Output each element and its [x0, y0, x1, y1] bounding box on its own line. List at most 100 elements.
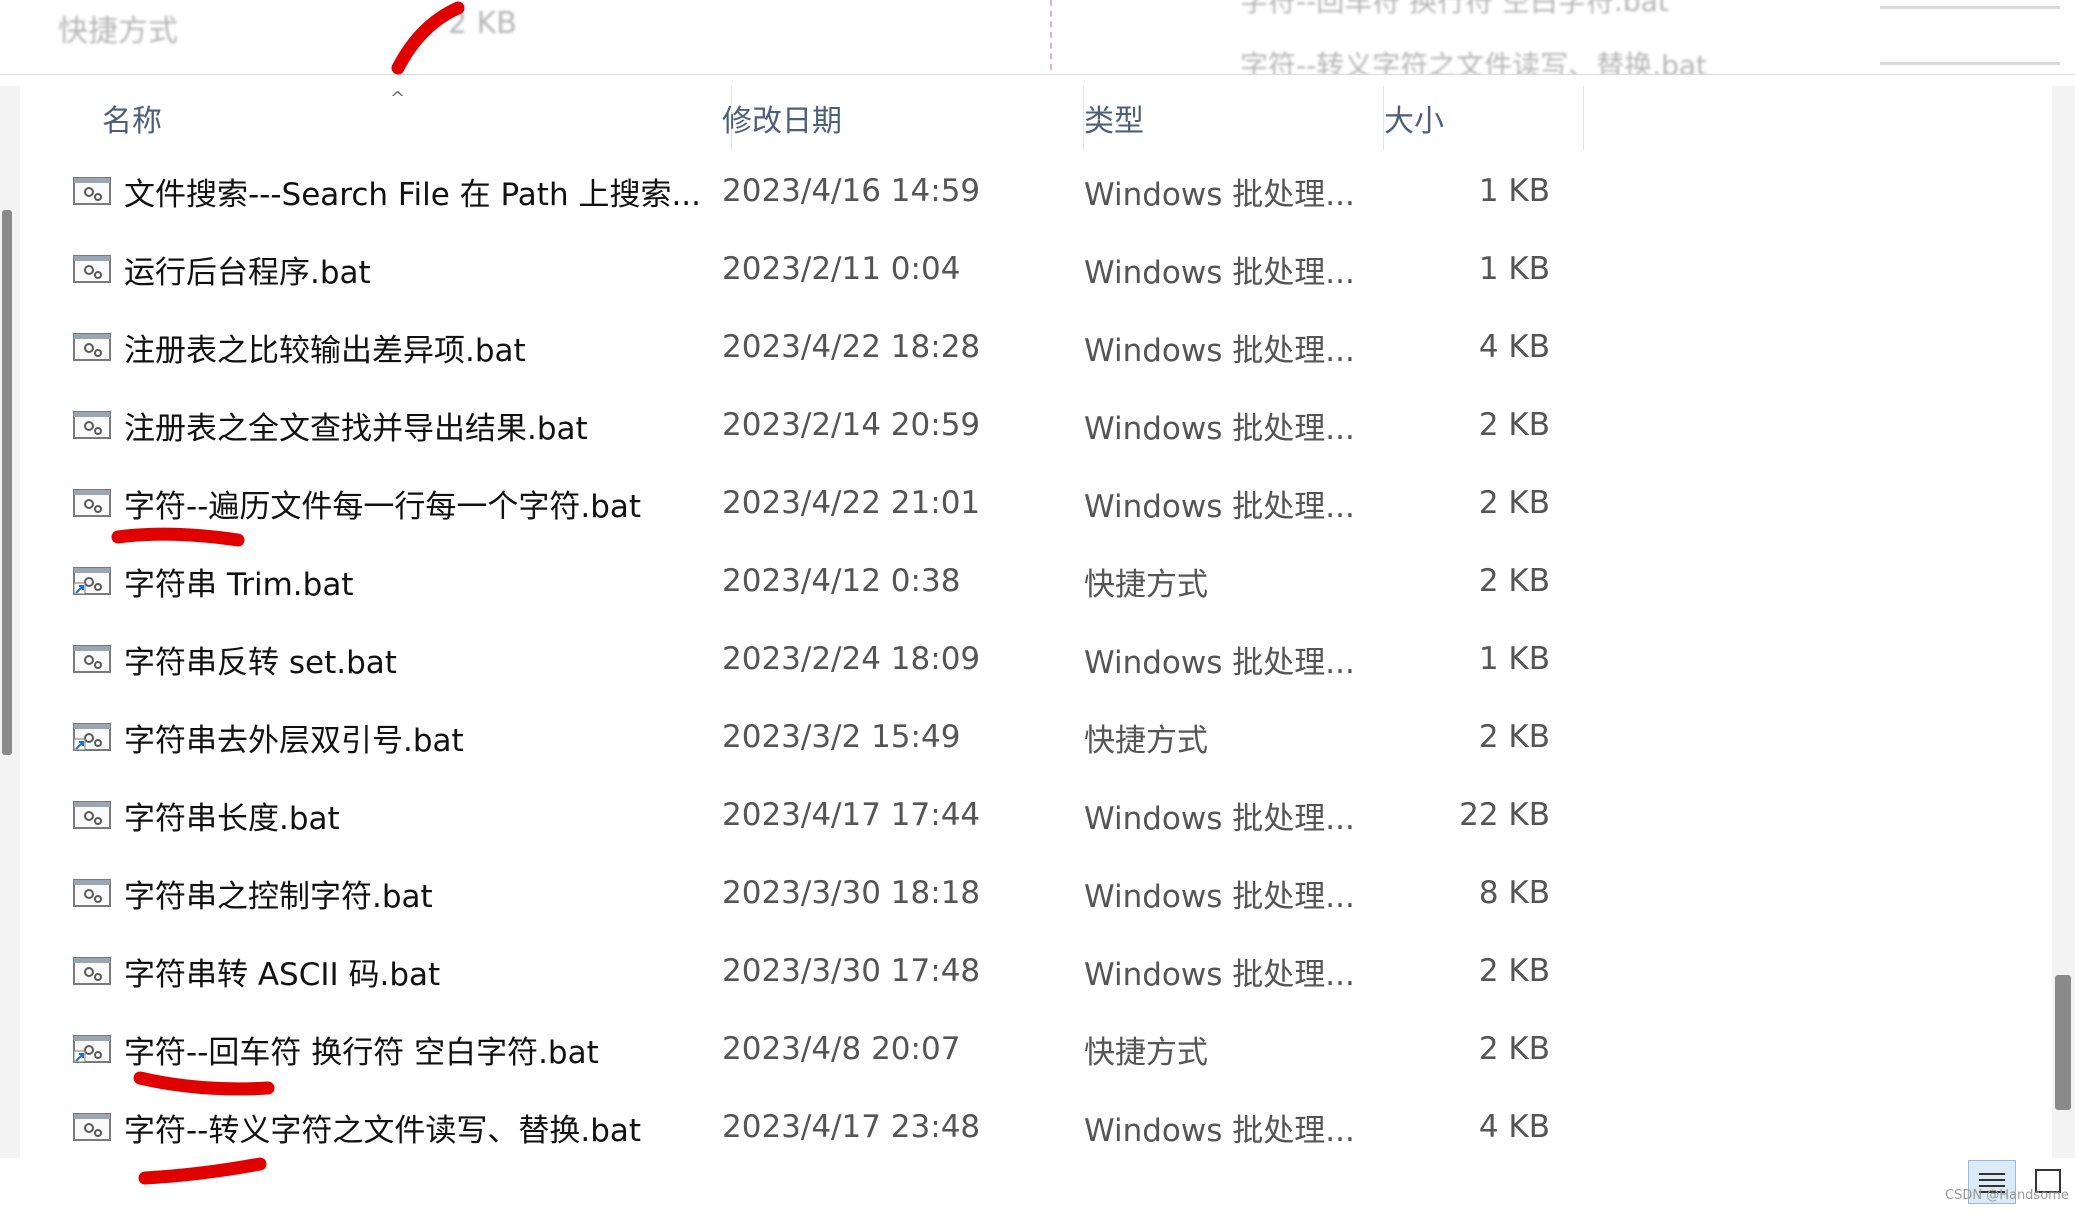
vertical-scroll-thumb[interactable]: [2055, 975, 2071, 1110]
file-name: 字符串 Trim.bat: [124, 566, 354, 603]
file-date-modified: 2023/4/8 20:07: [722, 1031, 961, 1067]
file-type: Windows 批处理...: [1084, 1112, 1355, 1149]
file-size: 4 KB: [1478, 329, 1550, 365]
file-date-modified: 2023/4/22 21:01: [722, 485, 981, 521]
batch-file-icon: [73, 957, 111, 985]
file-size: 1 KB: [1478, 251, 1550, 287]
file-name: 注册表之全文查找并导出结果.bat: [124, 410, 588, 447]
batch-file-icon: [73, 1113, 111, 1141]
file-type: Windows 批处理...: [1084, 800, 1355, 837]
column-header-date[interactable]: 修改日期: [722, 86, 1084, 150]
file-row[interactable]: 文件搜索---Search File 在 Path 上搜索... 2023/4/1…: [20, 152, 2052, 230]
file-row[interactable]: 字符串长度.bat 2023/4/17 17:44 Windows 批处理... 22…: [20, 776, 2052, 854]
file-type: Windows 批处理...: [1084, 878, 1355, 915]
batch-file-icon: [73, 177, 111, 205]
file-date-modified: 2023/4/16 14:59: [722, 173, 981, 209]
file-date-modified: 2023/4/22 18:28: [722, 329, 981, 365]
batch-file-icon: [73, 333, 111, 361]
file-name: 字符串转 ASCII 码.bat: [124, 956, 441, 993]
file-type: Windows 批处理...: [1084, 332, 1355, 369]
batch-file-icon: [73, 411, 111, 439]
column-header-type[interactable]: 类型: [1084, 86, 1384, 150]
file-date-modified: 2023/2/14 20:59: [722, 407, 981, 443]
previous-view-ghost: 快捷方式 2 KB 字符--回车符 换行符 空白字符.bat 字符--转义字符之…: [0, 0, 2075, 75]
ghost-right-line2: 字符--转义字符之文件读写、替换.bat: [1240, 49, 1708, 75]
ghost-date-line: [1880, 6, 2060, 9]
column-header-size[interactable]: 大小: [1384, 86, 1584, 150]
file-name: 字符串去外层双引号.bat: [124, 722, 464, 759]
ghost-size-text: 2 KB: [448, 6, 517, 41]
file-date-modified: 2023/2/24 18:09: [722, 641, 981, 677]
file-row[interactable]: 注册表之比较输出差异项.bat 2023/4/22 18:28 Windows 批处…: [20, 308, 2052, 386]
file-name: 注册表之比较输出差异项.bat: [124, 332, 526, 369]
file-name-cell[interactable]: 运行后台程序.bat: [72, 230, 712, 308]
file-name: 字符--遍历文件每一行每一个字符.bat: [124, 488, 642, 525]
column-header-row: 名称 修改日期 类型 大小: [20, 86, 2052, 150]
file-name-cell[interactable]: 注册表之全文查找并导出结果.bat: [72, 386, 712, 464]
column-header-date-label: 修改日期: [722, 104, 842, 139]
file-name: 运行后台程序.bat: [124, 254, 371, 291]
file-size: 2 KB: [1478, 953, 1550, 989]
column-header-size-label: 大小: [1384, 104, 1444, 139]
file-name: 字符串之控制字符.bat: [124, 878, 433, 915]
file-name: 字符--转义字符之文件读写、替换.bat: [124, 1112, 642, 1149]
column-header-name[interactable]: 名称: [102, 86, 732, 150]
file-type: Windows 批处理...: [1084, 956, 1355, 993]
file-name: 字符串长度.bat: [124, 800, 340, 837]
file-date-modified: 2023/3/2 15:49: [722, 719, 961, 755]
file-row[interactable]: 字符串 Trim.bat 2023/4/12 0:38 快捷方式 2 KB: [20, 542, 2052, 620]
file-type: Windows 批处理...: [1084, 410, 1355, 447]
file-name-cell[interactable]: 字符串长度.bat: [72, 776, 712, 854]
file-size: 8 KB: [1478, 875, 1550, 911]
batch-file-icon: [73, 801, 111, 829]
file-date-modified: 2023/2/11 0:04: [722, 251, 961, 287]
file-size: 2 KB: [1478, 1031, 1550, 1067]
explorer-window: 快捷方式 2 KB 字符--回车符 换行符 空白字符.bat 字符--转义字符之…: [0, 0, 2075, 1214]
file-name-cell[interactable]: 字符串反转 set.bat: [72, 620, 712, 698]
watermark-text: CSDN @Handsome: [1945, 1188, 2069, 1203]
file-row[interactable]: 字符串去外层双引号.bat 2023/3/2 15:49 快捷方式 2 KB: [20, 698, 2052, 776]
file-type: Windows 批处理...: [1084, 176, 1355, 213]
file-name-cell[interactable]: 字符串转 ASCII 码.bat: [72, 932, 712, 1010]
batch-file-icon: [73, 879, 111, 907]
file-date-modified: 2023/3/30 17:48: [722, 953, 981, 989]
file-type: Windows 批处理...: [1084, 254, 1355, 291]
file-size: 1 KB: [1478, 173, 1550, 209]
file-type: Windows 批处理...: [1084, 644, 1355, 681]
file-row[interactable]: 运行后台程序.bat 2023/2/11 0:04 Windows 批处理... 1 …: [20, 230, 2052, 308]
file-name-cell[interactable]: 文件搜索---Search File 在 Path 上搜索...: [72, 152, 712, 230]
file-size: 2 KB: [1478, 563, 1550, 599]
column-header-type-label: 类型: [1084, 104, 1144, 139]
file-name-cell[interactable]: 注册表之比较输出差异项.bat: [72, 308, 712, 386]
batch-file-icon: [73, 255, 111, 283]
file-name-cell[interactable]: 字符串去外层双引号.bat: [72, 698, 712, 776]
file-name-cell[interactable]: 字符--转义字符之文件读写、替换.bat: [72, 1088, 712, 1166]
file-type: 快捷方式: [1084, 722, 1208, 759]
file-date-modified: 2023/3/30 18:18: [722, 875, 981, 911]
file-name-cell[interactable]: 字符串之控制字符.bat: [72, 854, 712, 932]
ghost-right-line1: 字符--回车符 换行符 空白字符.bat: [1240, 0, 1669, 18]
file-row[interactable]: 字符--遍历文件每一行每一个字符.bat 2023/4/22 21:01 Windo…: [20, 464, 2052, 542]
file-row[interactable]: 字符串反转 set.bat 2023/2/24 18:09 Windows 批处理.…: [20, 620, 2052, 698]
file-row[interactable]: 字符--回车符 换行符 空白字符.bat 2023/4/8 20:07 快捷方式 2 …: [20, 1010, 2052, 1088]
file-row[interactable]: 字符--转义字符之文件读写、替换.bat 2023/4/17 23:48 Windo…: [20, 1088, 2052, 1166]
file-name-cell[interactable]: 字符串 Trim.bat: [72, 542, 712, 620]
shortcut-icon: [73, 723, 111, 751]
file-name-cell[interactable]: 字符--回车符 换行符 空白字符.bat: [72, 1010, 712, 1088]
file-name: 字符串反转 set.bat: [124, 644, 397, 681]
file-row[interactable]: 注册表之全文查找并导出结果.bat 2023/2/14 20:59 Windows …: [20, 386, 2052, 464]
batch-file-icon: [73, 489, 111, 517]
file-type: 快捷方式: [1084, 566, 1208, 603]
shortcut-icon: [73, 1035, 111, 1063]
file-date-modified: 2023/4/17 23:48: [722, 1109, 981, 1145]
file-name: 字符--回车符 换行符 空白字符.bat: [124, 1034, 599, 1071]
file-size: 22 KB: [1459, 797, 1550, 833]
ghost-divider: [1050, 0, 1054, 70]
file-size: 1 KB: [1478, 641, 1550, 677]
left-pane-scroll-thumb[interactable]: [2, 210, 12, 755]
file-name-cell[interactable]: 字符--遍历文件每一行每一个字符.bat: [72, 464, 712, 542]
file-row[interactable]: 字符串转 ASCII 码.bat 2023/3/30 17:48 Windows 批…: [20, 932, 2052, 1010]
ghost-type-text: 快捷方式: [58, 14, 178, 49]
file-row[interactable]: 字符串之控制字符.bat 2023/3/30 18:18 Windows 批处理..…: [20, 854, 2052, 932]
column-header-name-label: 名称: [102, 104, 162, 139]
